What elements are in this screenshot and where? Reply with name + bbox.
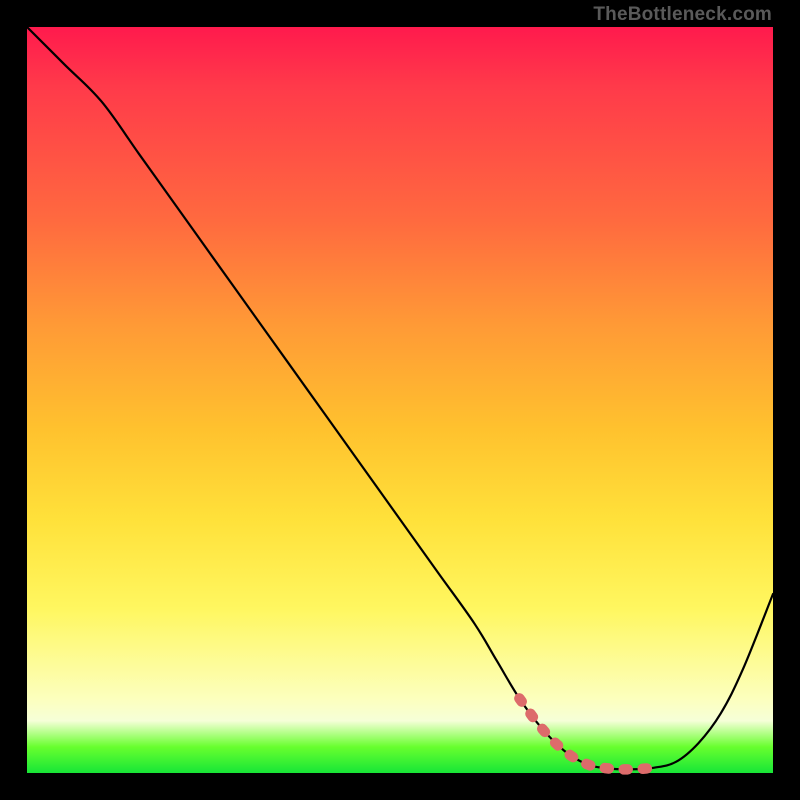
bottleneck-curve bbox=[27, 27, 773, 769]
watermark-text: TheBottleneck.com bbox=[593, 4, 772, 26]
plot-area bbox=[27, 27, 773, 773]
chart-frame: TheBottleneck.com bbox=[0, 0, 800, 800]
curve-layer bbox=[27, 27, 773, 773]
optimal-range-highlight bbox=[519, 698, 661, 769]
